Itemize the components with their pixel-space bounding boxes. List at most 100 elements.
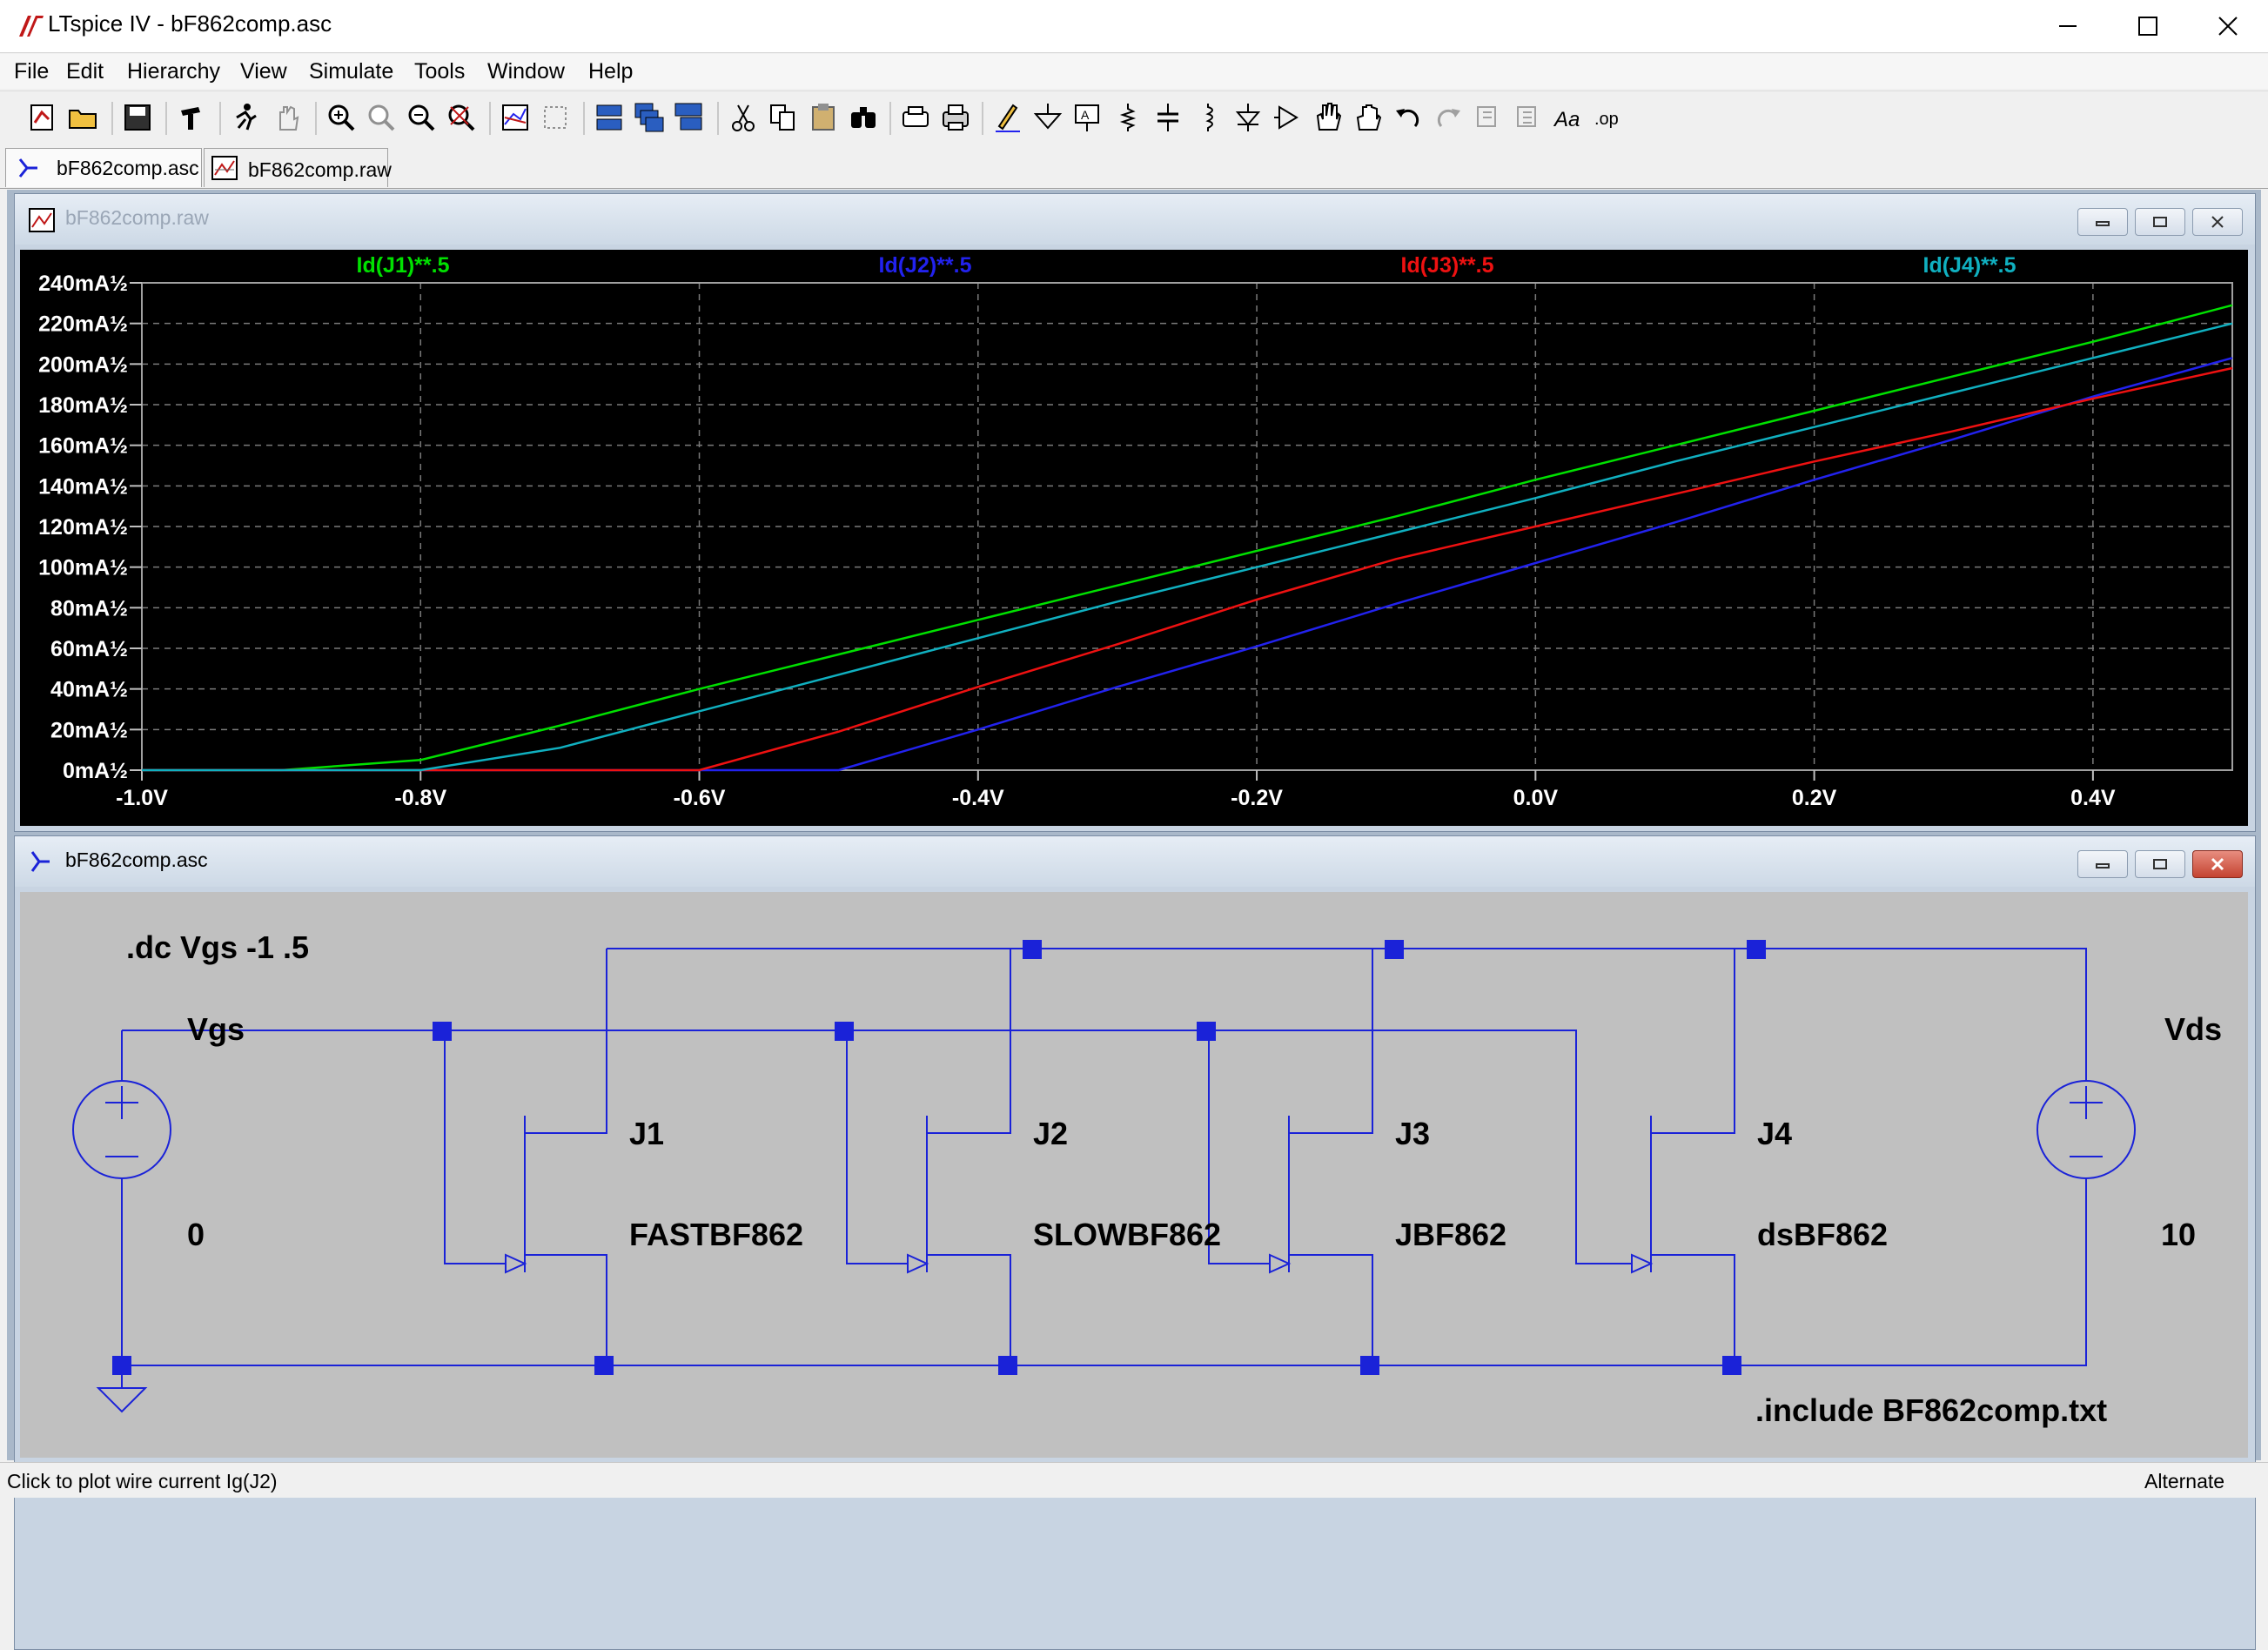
close-icon bbox=[2211, 216, 2224, 228]
spice-directive-icon[interactable]: .op bbox=[1591, 100, 1626, 135]
vds-value[interactable]: 10 bbox=[2161, 1217, 2196, 1252]
y-tick-label: 140mA½ bbox=[38, 474, 128, 499]
print-preview-icon[interactable] bbox=[898, 100, 933, 135]
plot-restore-button[interactable] bbox=[2135, 208, 2185, 236]
status-mode: Alternate bbox=[2144, 1470, 2225, 1492]
menu-view[interactable]: View bbox=[240, 59, 287, 84]
vgs-label[interactable]: Vgs bbox=[187, 1011, 245, 1047]
j1-ref[interactable]: J1 bbox=[629, 1116, 664, 1151]
dc-directive[interactable]: .dc Vgs -1 .5 bbox=[126, 929, 309, 965]
menu-bar: File Edit Hierarchy View Simulate Tools … bbox=[0, 54, 2268, 89]
menu-window[interactable]: Window bbox=[487, 59, 565, 84]
control-panel-hammer-icon[interactable] bbox=[174, 100, 209, 135]
undo-icon[interactable] bbox=[1391, 100, 1426, 135]
mdi-workspace: bF862comp.raw 0mA½ 20mA½ 40mA½ 60mA½ 80mA½ 10… bbox=[7, 190, 2261, 1650]
schematic-minimize-button[interactable] bbox=[2077, 850, 2128, 878]
zoom-out-icon[interactable] bbox=[404, 100, 439, 135]
draw-wire-pencil-icon[interactable] bbox=[990, 100, 1025, 135]
j4-model[interactable]: dsBF862 bbox=[1757, 1217, 1888, 1252]
x-tick-label: 0.2V bbox=[1792, 786, 1837, 810]
j2-ref[interactable]: J2 bbox=[1033, 1116, 1068, 1151]
tab-label: bF862comp.raw bbox=[248, 158, 392, 181]
maximize-icon bbox=[2138, 17, 2157, 36]
pan-icon[interactable] bbox=[364, 100, 399, 135]
paste-icon[interactable] bbox=[806, 100, 841, 135]
ltspice-logo-icon bbox=[19, 16, 44, 37]
ground-icon[interactable] bbox=[1030, 100, 1065, 135]
component-icon[interactable] bbox=[1271, 100, 1305, 135]
toolbar-separator bbox=[982, 102, 983, 135]
vgs-value[interactable]: 0 bbox=[187, 1217, 205, 1252]
move-hand-icon[interactable] bbox=[1311, 100, 1345, 135]
j3-ref[interactable]: J3 bbox=[1395, 1116, 1430, 1151]
j2-model[interactable]: SLOWBF862 bbox=[1033, 1217, 1221, 1252]
run-simulation-icon[interactable] bbox=[228, 100, 263, 135]
legend-entry: Id(J3)**.5 bbox=[1401, 253, 1494, 278]
x-tick-label: 0.4V bbox=[2070, 786, 2116, 810]
drag-hand-icon[interactable] bbox=[1351, 100, 1386, 135]
print-icon[interactable] bbox=[938, 100, 973, 135]
plot-close-button[interactable] bbox=[2192, 208, 2243, 236]
include-directive[interactable]: .include BF862comp.txt bbox=[1755, 1392, 2107, 1428]
menu-tools[interactable]: Tools bbox=[414, 59, 465, 84]
save-icon[interactable] bbox=[120, 100, 155, 135]
vds-label[interactable]: Vds bbox=[2164, 1011, 2222, 1047]
schematic-close-button[interactable] bbox=[2192, 850, 2243, 878]
legend-entry: Id(J1)**.5 bbox=[357, 253, 450, 278]
plot-minimize-button[interactable] bbox=[2077, 208, 2128, 236]
schematic-canvas[interactable]: .dc Vgs -1 .5 Vgs 0 Vds 10 J1 FASTBF862 … bbox=[20, 892, 2248, 1458]
schematic-restore-button[interactable] bbox=[2135, 850, 2185, 878]
j3-model[interactable]: JBF862 bbox=[1395, 1217, 1506, 1252]
resistor-icon[interactable] bbox=[1111, 100, 1145, 135]
j4-ref[interactable]: J4 bbox=[1757, 1116, 1792, 1151]
y-tick-label: 80mA½ bbox=[50, 596, 128, 620]
y-tick-label: 60mA½ bbox=[50, 637, 128, 661]
status-message: Click to plot wire current Ig(J2) bbox=[7, 1470, 278, 1492]
cut-icon[interactable] bbox=[726, 100, 761, 135]
tab-waveform[interactable]: bF862comp.raw bbox=[204, 148, 392, 187]
copy-icon[interactable] bbox=[766, 100, 801, 135]
zoom-fit-icon[interactable] bbox=[444, 100, 479, 135]
menu-simulate[interactable]: Simulate bbox=[309, 59, 393, 84]
zoom-in-icon[interactable] bbox=[324, 100, 359, 135]
x-tick-label: -1.0V bbox=[116, 786, 168, 810]
tile-vertical-icon[interactable] bbox=[672, 100, 707, 135]
text-icon[interactable]: Aa bbox=[1551, 100, 1586, 135]
tile-horizontal-icon[interactable] bbox=[592, 100, 627, 135]
redo-icon[interactable] bbox=[1431, 100, 1466, 135]
toolbar-separator bbox=[219, 102, 221, 135]
y-tick-label: 0mA½ bbox=[63, 759, 128, 783]
x-tick-label: 0.0V bbox=[1513, 786, 1559, 810]
menu-help[interactable]: Help bbox=[588, 59, 633, 84]
maximize-button[interactable] bbox=[2108, 0, 2188, 52]
minimize-icon bbox=[2096, 863, 2110, 869]
menu-edit[interactable]: Edit bbox=[66, 59, 104, 84]
inductor-icon[interactable] bbox=[1191, 100, 1225, 135]
schematic-icon bbox=[30, 851, 50, 872]
status-bar: Click to plot wire current Ig(J2) Altern… bbox=[0, 1462, 2268, 1498]
mirror-icon[interactable] bbox=[1511, 100, 1546, 135]
minimize-button[interactable] bbox=[2028, 0, 2108, 52]
minimize-icon bbox=[2059, 25, 2077, 27]
j1-model[interactable]: FASTBF862 bbox=[629, 1217, 803, 1252]
capacitor-icon[interactable] bbox=[1151, 100, 1185, 135]
minimize-icon bbox=[2096, 221, 2110, 226]
mark-unref-nets-icon[interactable] bbox=[538, 100, 573, 135]
open-folder-icon[interactable] bbox=[66, 100, 101, 135]
menu-hierarchy[interactable]: Hierarchy bbox=[127, 59, 220, 84]
close-button[interactable] bbox=[2188, 0, 2268, 52]
rotate-icon[interactable] bbox=[1471, 100, 1506, 135]
new-schematic-icon[interactable] bbox=[24, 100, 59, 135]
find-binoculars-icon[interactable] bbox=[846, 100, 881, 135]
menu-file[interactable]: File bbox=[14, 59, 49, 84]
schematic-window: bF862comp.asc .dc Vgs -1 .5 Vgs 0 Vds 10… bbox=[14, 835, 2256, 1650]
label-net-icon[interactable]: A bbox=[1070, 100, 1105, 135]
tab-schematic[interactable]: bF862comp.asc bbox=[5, 148, 202, 187]
halt-hand-icon[interactable] bbox=[270, 100, 305, 135]
autorange-icon[interactable] bbox=[498, 100, 533, 135]
diode-icon[interactable] bbox=[1231, 100, 1265, 135]
toolbar: A Aa .op bbox=[0, 91, 2268, 146]
restore-icon bbox=[2153, 859, 2167, 869]
cascade-windows-icon[interactable] bbox=[632, 100, 667, 135]
waveform-plot[interactable]: 0mA½ 20mA½ 40mA½ 60mA½ 80mA½ 100mA½ 120mA½ 140m… bbox=[20, 250, 2248, 826]
